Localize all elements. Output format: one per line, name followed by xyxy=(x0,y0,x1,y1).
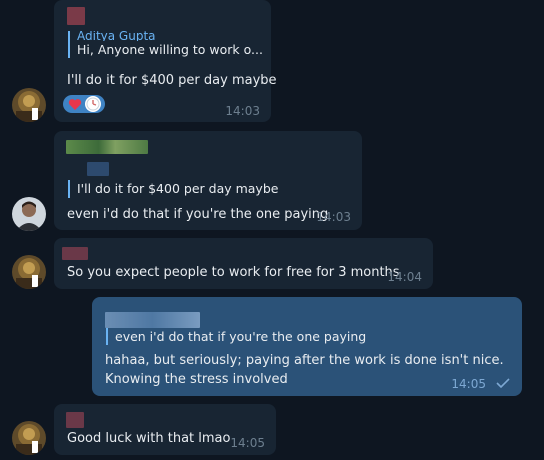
sender-name-redacted xyxy=(62,247,88,260)
message-text: So you expect people to work for free fo… xyxy=(67,265,400,280)
message-bubble-5[interactable]: Good luck with that lmao 14:05 xyxy=(54,404,276,455)
sent-check-icon xyxy=(496,378,510,388)
reply-author-redacted xyxy=(87,162,109,176)
reply-text: I'll do it for $400 per day maybe xyxy=(77,181,279,196)
message-text: even i'd do that if you're the one payin… xyxy=(67,207,329,222)
message-time: 14:03 xyxy=(225,104,260,118)
reply-quote[interactable]: even i'd do that if you're the one payin… xyxy=(106,328,366,345)
avatar[interactable] xyxy=(12,197,46,231)
message-time: 14:04 xyxy=(387,270,422,284)
sender-name-redacted xyxy=(66,140,148,154)
message-time: 14:05 xyxy=(230,436,265,450)
reply-quote[interactable]: Aditya Gupta Hi, Anyone willing to work … xyxy=(68,31,263,58)
avatar[interactable] xyxy=(12,255,46,289)
sender-name-redacted xyxy=(105,312,200,328)
message-text: Good luck with that lmao xyxy=(67,431,231,446)
message-bubble-1[interactable]: Aditya Gupta Hi, Anyone willing to work … xyxy=(54,0,277,122)
sender-name-redacted xyxy=(67,7,85,25)
reply-text: Hi, Anyone willing to work o... xyxy=(77,42,263,57)
reply-quote[interactable]: I'll do it for $400 per day maybe xyxy=(68,180,278,198)
message-bubble-2[interactable]: I'll do it for $400 per day maybe even i… xyxy=(54,131,362,230)
sender-name-redacted xyxy=(66,412,84,428)
avatar[interactable] xyxy=(12,421,46,455)
message-text: I'll do it for $400 per day maybe xyxy=(67,73,277,88)
clock-icon[interactable] xyxy=(85,96,101,112)
reply-author: Aditya Gupta xyxy=(77,31,156,41)
message-time: 14:05 xyxy=(451,377,486,391)
message-text-line1: hahaa, but seriously; paying after the w… xyxy=(105,353,504,368)
message-time: 14:03 xyxy=(316,210,351,224)
reaction-bar[interactable] xyxy=(63,95,105,113)
reply-text: even i'd do that if you're the one payin… xyxy=(115,329,367,344)
avatar[interactable] xyxy=(12,88,46,122)
heart-icon[interactable] xyxy=(68,98,82,111)
message-bubble-3[interactable]: So you expect people to work for free fo… xyxy=(54,238,433,289)
message-bubble-4-outgoing[interactable]: even i'd do that if you're the one payin… xyxy=(92,297,522,396)
message-text-line2: Knowing the stress involved xyxy=(105,372,288,387)
